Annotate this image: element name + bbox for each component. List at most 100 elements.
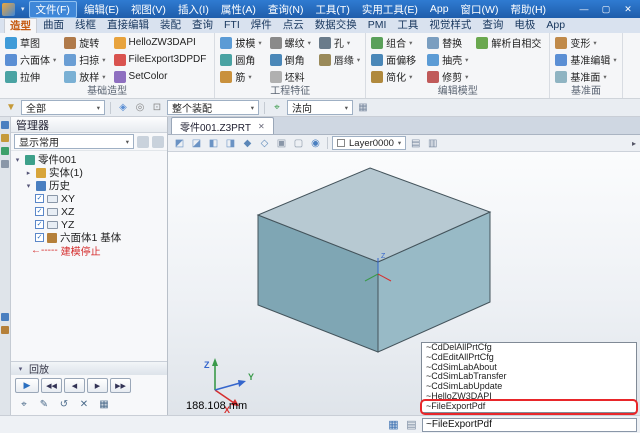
pick-box-icon[interactable]: ⊡ (150, 101, 164, 115)
ribbon-tab[interactable]: 点云 (278, 18, 309, 33)
collapse-icon[interactable]: ▾ (13, 156, 22, 164)
ribbon-button[interactable]: 替换 (425, 34, 470, 51)
ribbon-button[interactable]: FileExport3DPDF (112, 51, 212, 68)
ribbon-button[interactable]: 放样 ▾ (62, 68, 107, 85)
pick-icon[interactable]: ◈ (116, 101, 130, 115)
autocomplete-item[interactable]: ~FileExportPdf (422, 402, 636, 412)
view-isometric-icon[interactable]: ◆ (240, 136, 255, 150)
tree-node-part[interactable]: ▾ 零件001 (11, 153, 167, 166)
ribbon-button[interactable]: 修剪 ▾ (425, 68, 470, 85)
ribbon-button[interactable]: 草图 (3, 34, 58, 51)
wireframe-display-icon[interactable]: ▢ (291, 136, 306, 150)
autocomplete-item[interactable]: ~CdDelAllPrtCfg (422, 343, 636, 353)
replay-transport-button[interactable]: ◀◀ (41, 378, 62, 393)
tree-node-stop-marker[interactable]: ←----- 建模停止 (11, 244, 167, 257)
layer-manager-icon[interactable]: ▤ (408, 136, 423, 150)
ribbon-button[interactable]: 面偏移 (369, 51, 421, 68)
command-list-icon[interactable]: ▤ (404, 418, 419, 432)
menu-item[interactable]: 窗口(W) (456, 2, 504, 17)
replay-transport-button[interactable]: ▶ (87, 378, 108, 393)
visibility-eye-icon[interactable]: ◉ (308, 136, 323, 150)
ribbon-button[interactable]: 螺纹 ▾ (268, 34, 313, 51)
replay-tool-icon[interactable]: ⌖ (17, 397, 31, 411)
expand-icon[interactable]: ▸ (24, 169, 33, 177)
ribbon-button[interactable]: 简化 ▾ (369, 68, 421, 85)
tree-node-history[interactable]: ▾ 历史 (11, 179, 167, 192)
ribbon-button[interactable]: SetColor (112, 68, 212, 85)
display-settings-icon[interactable]: ▥ (425, 136, 440, 150)
view-front-icon[interactable]: ◪ (189, 136, 204, 150)
menu-item[interactable]: 编辑(E) (79, 2, 124, 17)
menu-item[interactable]: App (425, 3, 454, 15)
replay-tool-icon[interactable]: ✎ (37, 397, 51, 411)
ribbon-button[interactable]: 倒角 (268, 51, 313, 68)
ribbon-button[interactable]: 筋 ▾ (218, 68, 263, 85)
3d-viewport[interactable]: Z Z X Y 188.108 mm ~CdDelAllPrtCfg~CdEdi… (168, 152, 640, 415)
menu-item[interactable]: 查询(N) (263, 2, 309, 17)
collapse-icon[interactable]: ▾ (24, 182, 33, 190)
checkbox[interactable]: ✓ (35, 233, 44, 242)
ribbon-tab[interactable]: 线框 (70, 18, 101, 33)
ribbon-button[interactable]: 解析自相交 (474, 34, 546, 51)
ribbon-button[interactable]: 变形 ▾ (553, 34, 618, 51)
menu-item[interactable]: 插入(I) (173, 2, 214, 17)
view-top-icon[interactable]: ◩ (172, 136, 187, 150)
refresh-icon[interactable] (137, 136, 149, 148)
checkbox[interactable]: ✓ (35, 207, 44, 216)
menu-file[interactable]: 文件(F) (29, 1, 77, 18)
toolbar-overflow-icon[interactable]: ▸ (632, 139, 636, 148)
view-right-icon[interactable]: ◨ (223, 136, 238, 150)
tree-node-solid[interactable]: ▸ 实体(1) (11, 166, 167, 179)
menu-item[interactable]: 帮助(H) (505, 2, 551, 17)
ribbon-button[interactable]: 抽壳 ▾ (425, 51, 470, 68)
shaded-display-icon[interactable]: ▣ (274, 136, 289, 150)
ribbon-button[interactable]: 孔 ▾ (317, 34, 362, 51)
dock-tool-icon[interactable] (1, 160, 9, 168)
history-filter-combo[interactable]: 显示常用 ▾ (14, 134, 134, 149)
ribbon-tab[interactable]: 查询 (187, 18, 218, 33)
snap-target-icon[interactable]: ⌖ (270, 101, 284, 115)
checkbox[interactable]: ✓ (35, 194, 44, 203)
autocomplete-item[interactable]: ~CdSimLabAbout (422, 363, 636, 373)
replay-transport-button[interactable]: ◀ (64, 378, 85, 393)
scope-combo[interactable]: 整个装配 ▾ (167, 100, 259, 115)
checkbox[interactable]: ✓ (35, 220, 44, 229)
ribbon-tab[interactable]: PMI (363, 18, 392, 33)
ribbon-button[interactable]: 基准面 ▾ (553, 68, 618, 85)
replay-tool-icon[interactable]: ▦ (97, 397, 111, 411)
command-history-icon[interactable]: ▦ (386, 418, 401, 432)
close-button[interactable]: ✕ (618, 4, 638, 15)
autocomplete-item[interactable]: ~CdSimLabTransfer (422, 372, 636, 382)
replay-tool-icon[interactable]: ↺ (57, 397, 71, 411)
ribbon-button[interactable]: 旋转 (62, 34, 107, 51)
tab-close-icon[interactable]: ✕ (258, 122, 265, 131)
menu-item[interactable]: 属性(A) (216, 2, 261, 17)
ribbon-tab[interactable]: 电极 (509, 18, 540, 33)
ribbon-tab[interactable]: FTI (219, 18, 245, 33)
ribbon-button[interactable]: 基准编辑 ▾ (553, 51, 618, 68)
ribbon-tab[interactable]: 装配 (155, 18, 186, 33)
replay-tool-icon[interactable]: ✕ (77, 397, 91, 411)
ribbon-button[interactable]: 扫掠 ▾ (62, 51, 107, 68)
ribbon-tab[interactable]: 造型 (4, 18, 37, 33)
ribbon-button[interactable]: HelloZW3DAPI (112, 34, 212, 51)
menu-item[interactable]: 实用工具(E) (357, 2, 423, 17)
ribbon-tab[interactable]: App (541, 18, 570, 33)
layer-combo[interactable]: Layer0000 ▾ (332, 136, 406, 150)
ribbon-tab[interactable]: 查询 (477, 18, 508, 33)
autocomplete-item[interactable]: ~CdSimLabUpdate (422, 382, 636, 392)
ribbon-tab[interactable]: 视觉样式 (424, 18, 476, 33)
ribbon-button[interactable]: 坯料 (268, 68, 313, 85)
ribbon-button[interactable]: 六面体 ▾ (3, 51, 58, 68)
grid-toggle-icon[interactable]: ▦ (356, 101, 370, 115)
ribbon-button[interactable]: 拉伸 (3, 68, 58, 85)
ribbon-tab[interactable]: 工具 (392, 18, 423, 33)
quick-access-caret-icon[interactable]: ▾ (19, 5, 27, 13)
autocomplete-item[interactable]: ~CdEditAllPrtCfg (422, 353, 636, 363)
maximize-button[interactable]: ▢ (596, 4, 616, 15)
menu-item[interactable]: 工具(T) (310, 2, 354, 17)
dock-tool-icon[interactable] (1, 326, 9, 334)
dock-tool-icon[interactable] (1, 121, 9, 129)
dock-tool-icon[interactable] (1, 147, 9, 155)
document-tab[interactable]: 零件001.Z3PRT ✕ (171, 117, 274, 134)
